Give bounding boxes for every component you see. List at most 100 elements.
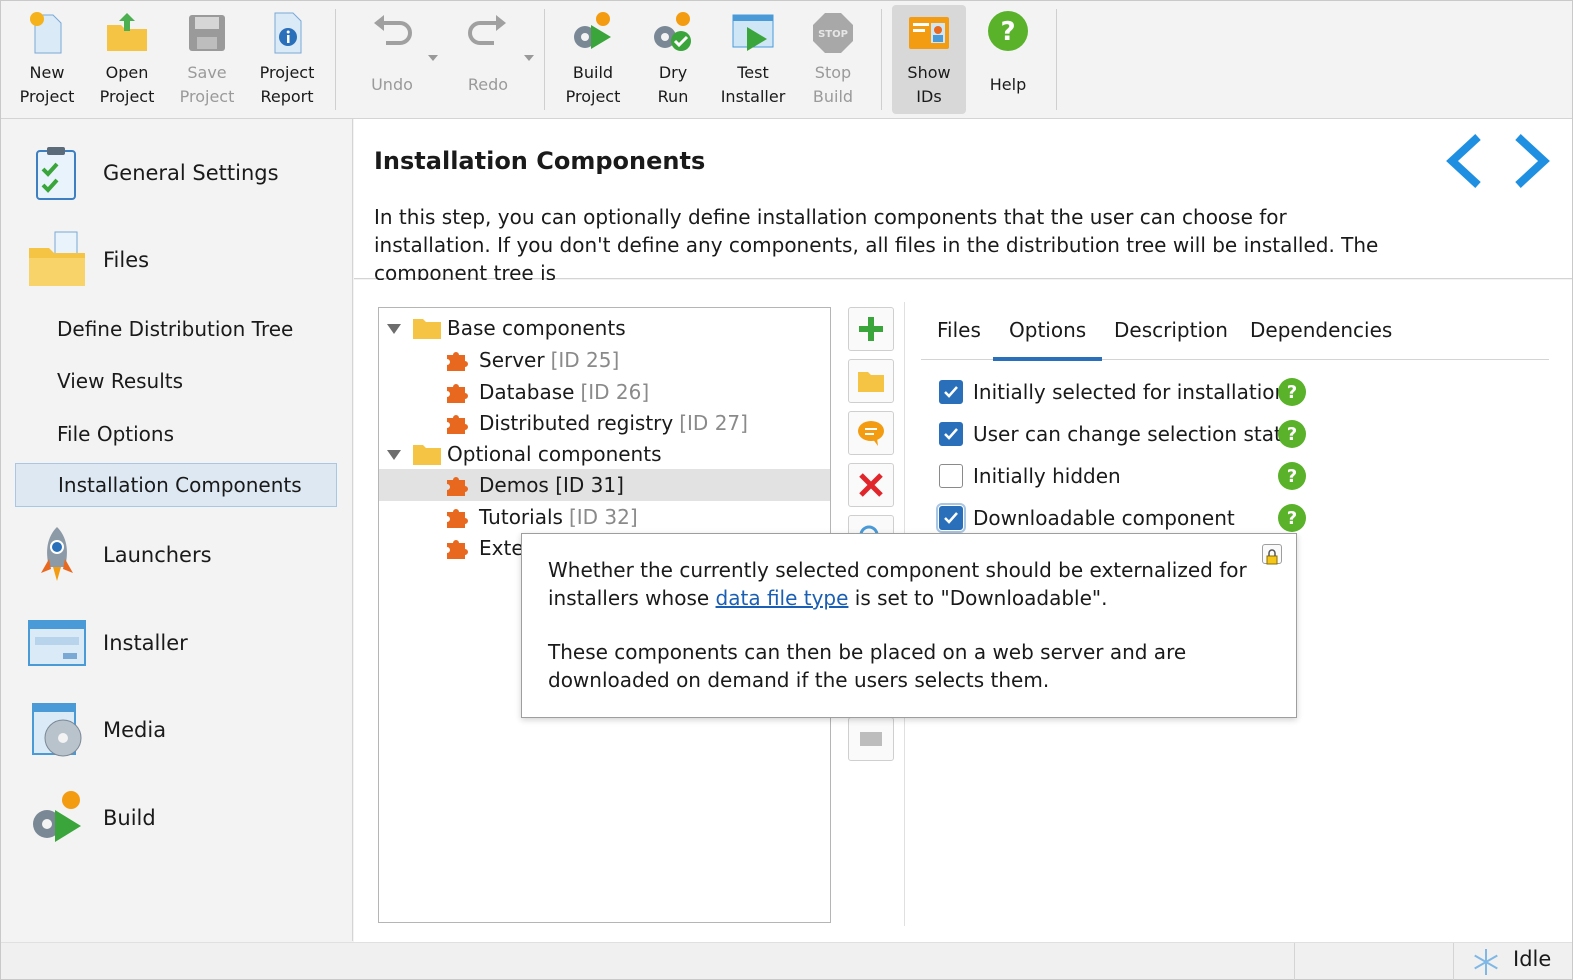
status-text: Idle bbox=[1513, 947, 1552, 971]
checkmark-icon bbox=[944, 428, 958, 440]
option-label: Initially selected for installation bbox=[973, 380, 1288, 404]
option-label: User can change selection state bbox=[973, 422, 1295, 446]
checkbox-user-can-change[interactable] bbox=[939, 422, 963, 446]
tab-description[interactable]: Description bbox=[1114, 300, 1228, 360]
test-installer-label: Test Installer bbox=[720, 63, 786, 106]
page-title: Installation Components bbox=[374, 147, 706, 175]
redo-dropdown-icon[interactable] bbox=[524, 55, 534, 61]
option-downloadable[interactable]: Downloadable component bbox=[936, 503, 1235, 533]
tree-node-demos[interactable]: Demos [ID 31] bbox=[379, 469, 830, 501]
tree-node-id: [ID 26] bbox=[580, 380, 650, 404]
sidebar-item-files[interactable]: Files bbox=[27, 230, 149, 290]
data-file-type-link[interactable]: data file type bbox=[716, 586, 849, 610]
back-arrow-icon[interactable] bbox=[1440, 131, 1490, 191]
help-button[interactable]: ? Help bbox=[968, 1, 1048, 118]
tree-node-id: [ID 25] bbox=[550, 348, 620, 372]
help-question-icon[interactable]: ? bbox=[1278, 420, 1306, 448]
sidebar-item-label: View Results bbox=[57, 369, 184, 393]
sidebar-item-general-settings[interactable]: General Settings bbox=[27, 143, 279, 203]
undo-dropdown-icon[interactable] bbox=[428, 55, 438, 61]
sidebar-item-media[interactable]: Media bbox=[27, 700, 166, 760]
show-ids-button[interactable]: Show IDs bbox=[892, 5, 966, 114]
tab-dependencies[interactable]: Dependencies bbox=[1250, 300, 1392, 360]
option-user-can-change[interactable]: User can change selection state bbox=[939, 419, 1294, 449]
sidebar-item-view-results[interactable]: View Results bbox=[15, 359, 337, 403]
save-project-label: Save Project bbox=[179, 63, 235, 106]
checkbox-downloadable[interactable] bbox=[936, 503, 966, 533]
puzzle-component-icon bbox=[445, 347, 471, 373]
tree-node-database[interactable]: Database [ID 26] bbox=[379, 376, 830, 408]
installer-window-icon bbox=[27, 613, 87, 673]
dry-run-icon bbox=[649, 9, 697, 57]
folder-icon bbox=[413, 317, 441, 339]
new-project-button[interactable]: New Project bbox=[7, 1, 87, 118]
add-folder-button[interactable] bbox=[848, 359, 894, 403]
help-question-icon[interactable]: ? bbox=[1278, 504, 1306, 532]
sidebar-item-installer[interactable]: Installer bbox=[27, 613, 188, 673]
sidebar-item-label: Installer bbox=[103, 631, 188, 655]
new-project-label: New Project bbox=[19, 63, 75, 106]
add-component-button[interactable] bbox=[848, 307, 894, 351]
help-question-icon[interactable]: ? bbox=[1278, 378, 1306, 406]
tree-node-base-components[interactable]: Base components bbox=[379, 312, 830, 344]
status-separator bbox=[1453, 943, 1454, 980]
checkbox-initially-selected[interactable] bbox=[939, 380, 963, 404]
app-window: New Project Open Project Save Project Pr… bbox=[0, 0, 1573, 980]
help-question-icon[interactable]: ? bbox=[1278, 462, 1306, 490]
tab-options[interactable]: Options bbox=[992, 300, 1103, 361]
tree-node-label: Base components bbox=[447, 316, 626, 340]
add-comment-button[interactable] bbox=[848, 411, 894, 455]
sidebar-item-label: General Settings bbox=[103, 161, 279, 185]
save-project-button[interactable]: Save Project bbox=[167, 1, 247, 118]
tooltip-paragraph: These components can then be placed on a… bbox=[548, 640, 1187, 692]
project-report-label: Project Report bbox=[259, 63, 315, 106]
sidebar-item-build[interactable]: Build bbox=[27, 788, 156, 848]
build-project-button[interactable]: Build Project bbox=[553, 1, 633, 118]
delete-button[interactable] bbox=[848, 463, 894, 507]
sidebar-item-launchers[interactable]: Launchers bbox=[27, 525, 212, 585]
checkmark-icon bbox=[944, 512, 958, 524]
lock-icon[interactable] bbox=[1262, 544, 1282, 565]
sidebar-item-installation-components[interactable]: Installation Components bbox=[15, 463, 337, 507]
sidebar-item-label: Build bbox=[103, 806, 156, 830]
tab-label: Dependencies bbox=[1250, 318, 1393, 342]
tree-node-optional-components[interactable]: Optional components bbox=[379, 438, 830, 470]
plus-icon bbox=[859, 317, 883, 341]
build-gear-icon bbox=[569, 9, 617, 57]
tree-node-distributed-registry[interactable]: Distributed registry [ID 27] bbox=[379, 407, 830, 439]
status-bar: Idle bbox=[1, 942, 1572, 980]
puzzle-component-icon bbox=[445, 535, 471, 561]
option-initially-hidden[interactable]: Initially hidden bbox=[939, 461, 1121, 491]
dry-run-label: Dry Run bbox=[657, 63, 689, 106]
undo-button[interactable]: Undo bbox=[344, 1, 440, 118]
save-disk-icon bbox=[183, 9, 231, 57]
open-project-button[interactable]: Open Project bbox=[87, 1, 167, 118]
option-initially-selected[interactable]: Initially selected for installation bbox=[939, 377, 1287, 407]
stop-build-button[interactable]: STOP Stop Build bbox=[793, 1, 873, 118]
tree-node-server[interactable]: Server [ID 25] bbox=[379, 344, 830, 376]
tree-node-tutorials[interactable]: Tutorials [ID 32] bbox=[379, 501, 830, 533]
test-installer-button[interactable]: Test Installer bbox=[713, 1, 793, 118]
tooltip-text: is set to "Downloadable". bbox=[848, 586, 1108, 610]
svg-text:?: ? bbox=[1000, 17, 1015, 47]
collapse-triangle-icon[interactable] bbox=[387, 324, 401, 334]
comment-bubble-icon bbox=[858, 421, 884, 446]
puzzle-component-icon bbox=[445, 472, 471, 498]
project-report-button[interactable]: Project Report bbox=[247, 1, 327, 118]
tab-files[interactable]: Files bbox=[937, 300, 981, 360]
help-label: Help bbox=[989, 75, 1027, 94]
folder-icon bbox=[858, 372, 884, 392]
properties-button[interactable] bbox=[848, 717, 894, 761]
dry-run-button[interactable]: Dry Run bbox=[633, 1, 713, 118]
collapse-triangle-icon[interactable] bbox=[387, 450, 401, 460]
redo-button[interactable]: Redo bbox=[440, 1, 536, 118]
sidebar-item-file-options[interactable]: File Options bbox=[15, 412, 337, 456]
option-label: Initially hidden bbox=[973, 464, 1121, 488]
build-gear-icon bbox=[27, 788, 87, 848]
checkbox-initially-hidden[interactable] bbox=[939, 464, 963, 488]
sidebar-item-define-distribution-tree[interactable]: Define Distribution Tree bbox=[15, 307, 337, 351]
sidebar-item-label: Files bbox=[103, 248, 150, 272]
tooltip-paragraph: Whether the currently selected component… bbox=[548, 556, 1270, 612]
forward-arrow-icon[interactable] bbox=[1506, 131, 1556, 191]
show-ids-label: Show IDs bbox=[907, 63, 951, 106]
